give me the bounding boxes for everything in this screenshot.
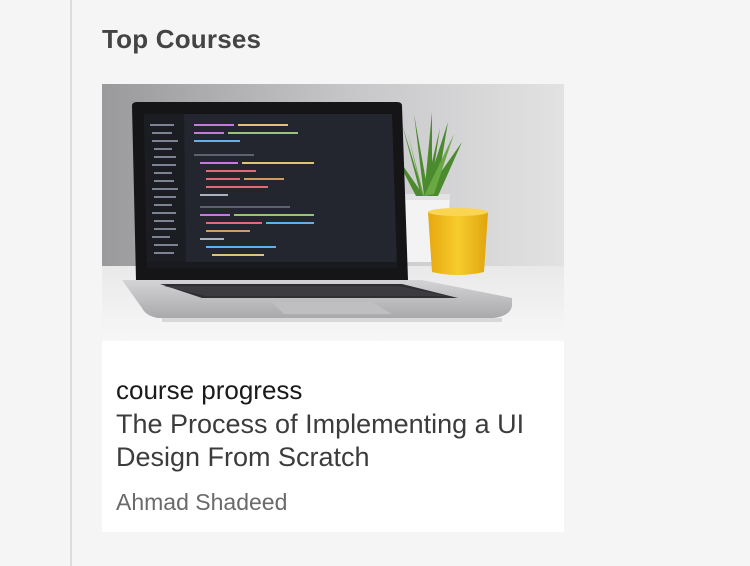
- card-body: course progress The Process of Implement…: [116, 374, 546, 516]
- course-progress-label: course progress: [116, 375, 303, 405]
- sidebar-edge: [0, 0, 72, 566]
- course-author: Ahmad Shadeed: [116, 489, 288, 515]
- course-thumbnail: [102, 84, 564, 341]
- section-title: Top Courses: [102, 24, 262, 54]
- course-title[interactable]: The Process of Implementing a UI Design …: [116, 408, 546, 474]
- course-card[interactable]: course progress The Process of Implement…: [102, 84, 564, 532]
- main-content: Top Courses course progress The Process …: [74, 0, 750, 566]
